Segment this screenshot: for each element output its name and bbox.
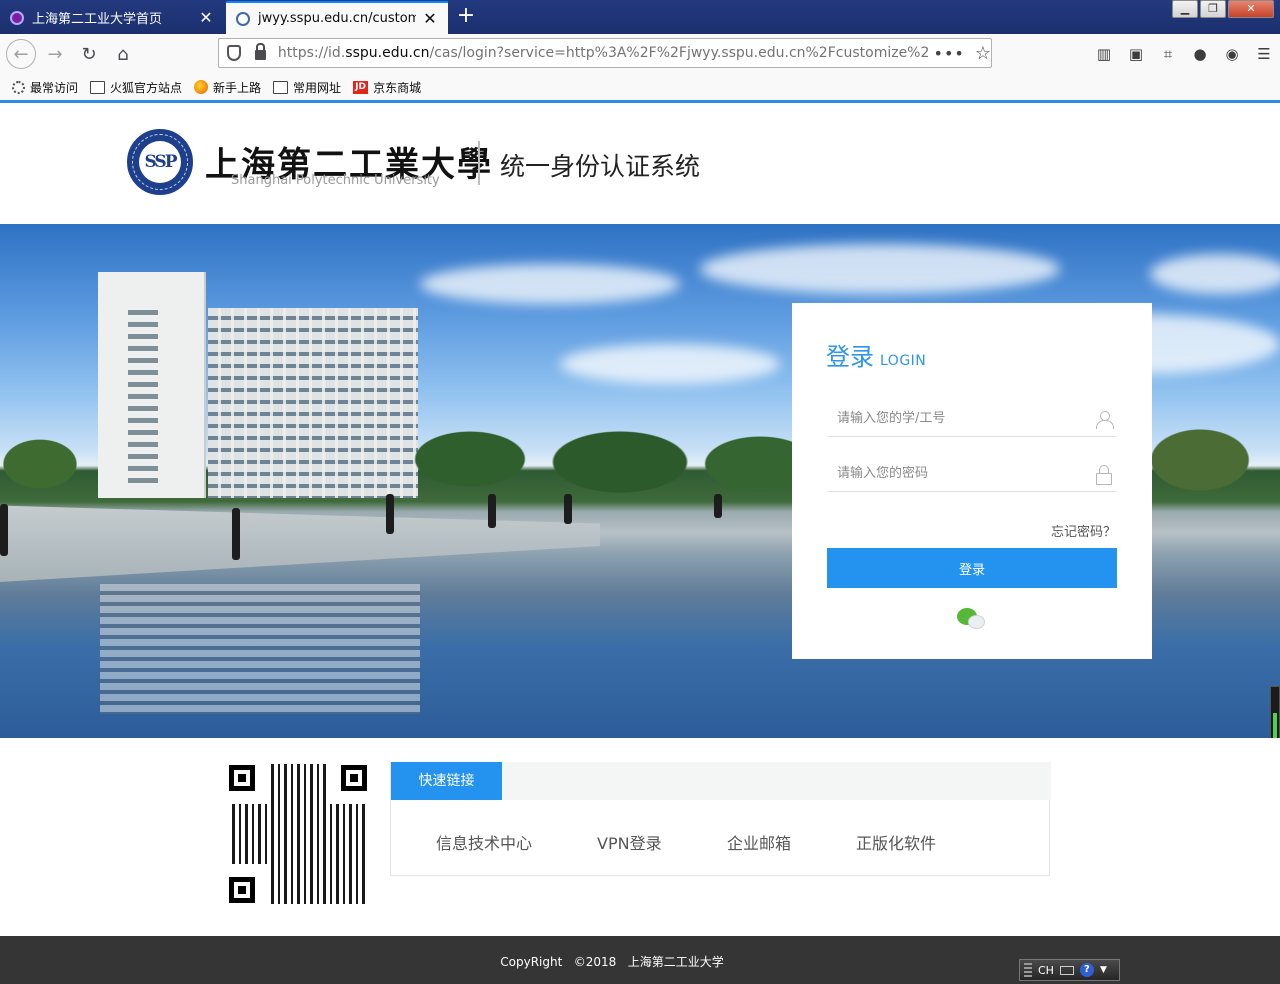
gear-icon <box>12 80 25 94</box>
jd-logo-icon: JD <box>353 80 369 94</box>
url-text[interactable]: https://id.sspu.edu.cn/cas/login?service… <box>278 45 930 61</box>
quick-links-panel: 快速链接 信息技术中心 VPN登录 企业邮箱 正版化软件 <box>390 762 1051 876</box>
help-icon[interactable]: ? <box>1079 963 1094 977</box>
railing <box>0 494 740 564</box>
quick-links-header: 快速链接 <box>391 762 1051 800</box>
login-title-cn: 登录 <box>826 343 874 371</box>
back-button[interactable]: ← <box>6 39 36 69</box>
system-title: 统一身份认证系统 <box>500 152 701 181</box>
school-name-en: Shanghai Polytechnic University <box>231 173 440 188</box>
tracking-shield-icon[interactable] <box>227 45 241 61</box>
page-actions-menu-icon[interactable]: ••• <box>934 44 965 63</box>
tab-school-homepage[interactable]: 上海第二工业大学首页 ✕ <box>0 1 224 34</box>
window-controls: ▁ ❐ ✕ <box>1172 0 1274 18</box>
login-button[interactable]: 登录 <box>827 548 1117 588</box>
screenshot-icon[interactable]: ⌗ <box>1152 39 1184 69</box>
forgot-password-link[interactable]: 忘记密码？ <box>1051 521 1116 540</box>
bookmark-label: 常用网址 <box>293 80 342 95</box>
site-favicon-icon <box>236 11 250 26</box>
login-card: 登录 LOGIN 忘记密码？ 登录 <box>792 303 1152 659</box>
new-tab-button[interactable]: + <box>454 4 478 30</box>
chat-icon[interactable]: ● <box>1184 39 1216 69</box>
username-input[interactable] <box>827 403 1095 434</box>
folder-icon <box>90 80 106 94</box>
ime-language-bar[interactable]: CH ? ▼ <box>1019 959 1120 981</box>
bookmark-most-visited[interactable]: 最常访问 <box>12 79 78 96</box>
link-it-center[interactable]: 信息技术中心 <box>436 830 532 854</box>
footer-bar: CopyRight ©2018 上海第二工业大学 CH ? ▼ <box>0 936 1280 984</box>
bookmark-label: 火狐官方站点 <box>110 80 183 95</box>
password-input[interactable] <box>827 458 1096 489</box>
link-vpn-login[interactable]: VPN登录 <box>597 830 662 854</box>
ime-language[interactable]: CH <box>1038 964 1054 977</box>
forward-button[interactable]: → <box>40 39 70 69</box>
sidebar-icon[interactable]: ▣ <box>1120 39 1152 69</box>
qr-finder <box>229 877 255 903</box>
reload-button[interactable]: ↻ <box>74 39 104 69</box>
hamburger-menu-icon[interactable]: ☰ <box>1248 39 1280 69</box>
header-divider <box>478 141 480 185</box>
railing-post <box>564 494 572 524</box>
grip-handle-icon[interactable] <box>1024 963 1032 977</box>
bookmarks-bar: 最常访问 火狐官方站点 新手上路 常用网址 JD 京东商城 <box>0 74 1280 100</box>
bookmark-firefox-sites[interactable]: 火狐官方站点 <box>90 79 182 96</box>
school-emblem-logo: SSP <box>127 129 193 195</box>
minimize-button[interactable]: ▁ <box>1172 0 1198 18</box>
restore-button[interactable]: ❐ <box>1200 0 1226 18</box>
railing-post <box>386 494 394 534</box>
close-window-button[interactable]: ✕ <box>1228 0 1274 18</box>
tab-title: jwyy.sspu.edu.cn/customize/ <box>258 11 416 26</box>
cloud <box>420 264 680 304</box>
tab-login-page[interactable]: jwyy.sspu.edu.cn/customize/ ✕ <box>226 1 448 34</box>
folder-icon <box>273 80 289 94</box>
cloud <box>1150 254 1280 294</box>
link-licensed-software[interactable]: 正版化软件 <box>856 830 936 854</box>
bookmark-common-sites[interactable]: 常用网址 <box>273 79 341 96</box>
tab-title: 上海第二工业大学首页 <box>32 12 163 27</box>
library-icon[interactable]: ▥ <box>1088 39 1120 69</box>
qr-finder <box>229 765 255 791</box>
toolbar-icons: ▥ ▣ ⌗ ● ◉ ☰ <box>1088 34 1280 74</box>
cloud <box>560 344 780 384</box>
bookmark-label: 最常访问 <box>30 80 79 95</box>
password-field <box>827 456 1117 492</box>
close-icon[interactable]: ✕ <box>422 9 438 28</box>
cloud <box>700 244 1060 294</box>
login-title-en: LOGIN <box>880 353 927 369</box>
lock-icon <box>1096 464 1112 485</box>
browser-tab-bar: 上海第二工业大学首页 ✕ jwyy.sspu.edu.cn/customize/… <box>0 0 1280 34</box>
login-title: 登录 LOGIN <box>826 337 926 372</box>
water-reflection <box>100 584 420 714</box>
link-enterprise-mail[interactable]: 企业邮箱 <box>727 830 791 854</box>
username-field <box>827 401 1117 437</box>
user-icon <box>1095 410 1114 429</box>
railing-post <box>232 508 240 560</box>
qr-finder <box>341 765 367 791</box>
bookmark-label: 新手上路 <box>213 80 262 95</box>
wechat-bubble <box>968 615 985 629</box>
bookmark-jd[interactable]: JD 京东商城 <box>353 79 421 96</box>
home-button[interactable]: ⌂ <box>108 39 138 69</box>
site-favicon-icon <box>10 10 24 25</box>
wechat-login-icon[interactable] <box>957 606 989 632</box>
bookmark-label: 京东商城 <box>373 80 422 95</box>
close-icon[interactable]: ✕ <box>198 8 214 27</box>
firefox-icon <box>194 80 209 94</box>
account-icon[interactable]: ◉ <box>1216 39 1248 69</box>
railing-post <box>714 494 722 518</box>
address-bar[interactable]: https://id.sspu.edu.cn/cas/login?service… <box>218 38 992 68</box>
bookmark-star-icon[interactable]: ☆ <box>975 43 991 64</box>
site-header: SSP 上海第二工業大學 Shanghai Polytechnic Univer… <box>0 103 1280 224</box>
lock-icon[interactable] <box>254 43 266 60</box>
qr-code <box>228 764 368 904</box>
emblem-letters: SSP <box>139 141 181 183</box>
railing-post <box>0 504 8 556</box>
bookmark-getting-started[interactable]: 新手上路 <box>194 79 261 96</box>
chevron-down-icon[interactable]: ▼ <box>1100 965 1107 975</box>
tab-quick-links[interactable]: 快速链接 <box>391 762 502 800</box>
railing-post <box>488 494 496 528</box>
side-gauge <box>1270 686 1280 738</box>
browser-nav-bar: ← → ↻ ⌂ https://id.sspu.edu.cn/cas/login… <box>0 34 1280 74</box>
keyboard-icon[interactable] <box>1059 965 1074 975</box>
